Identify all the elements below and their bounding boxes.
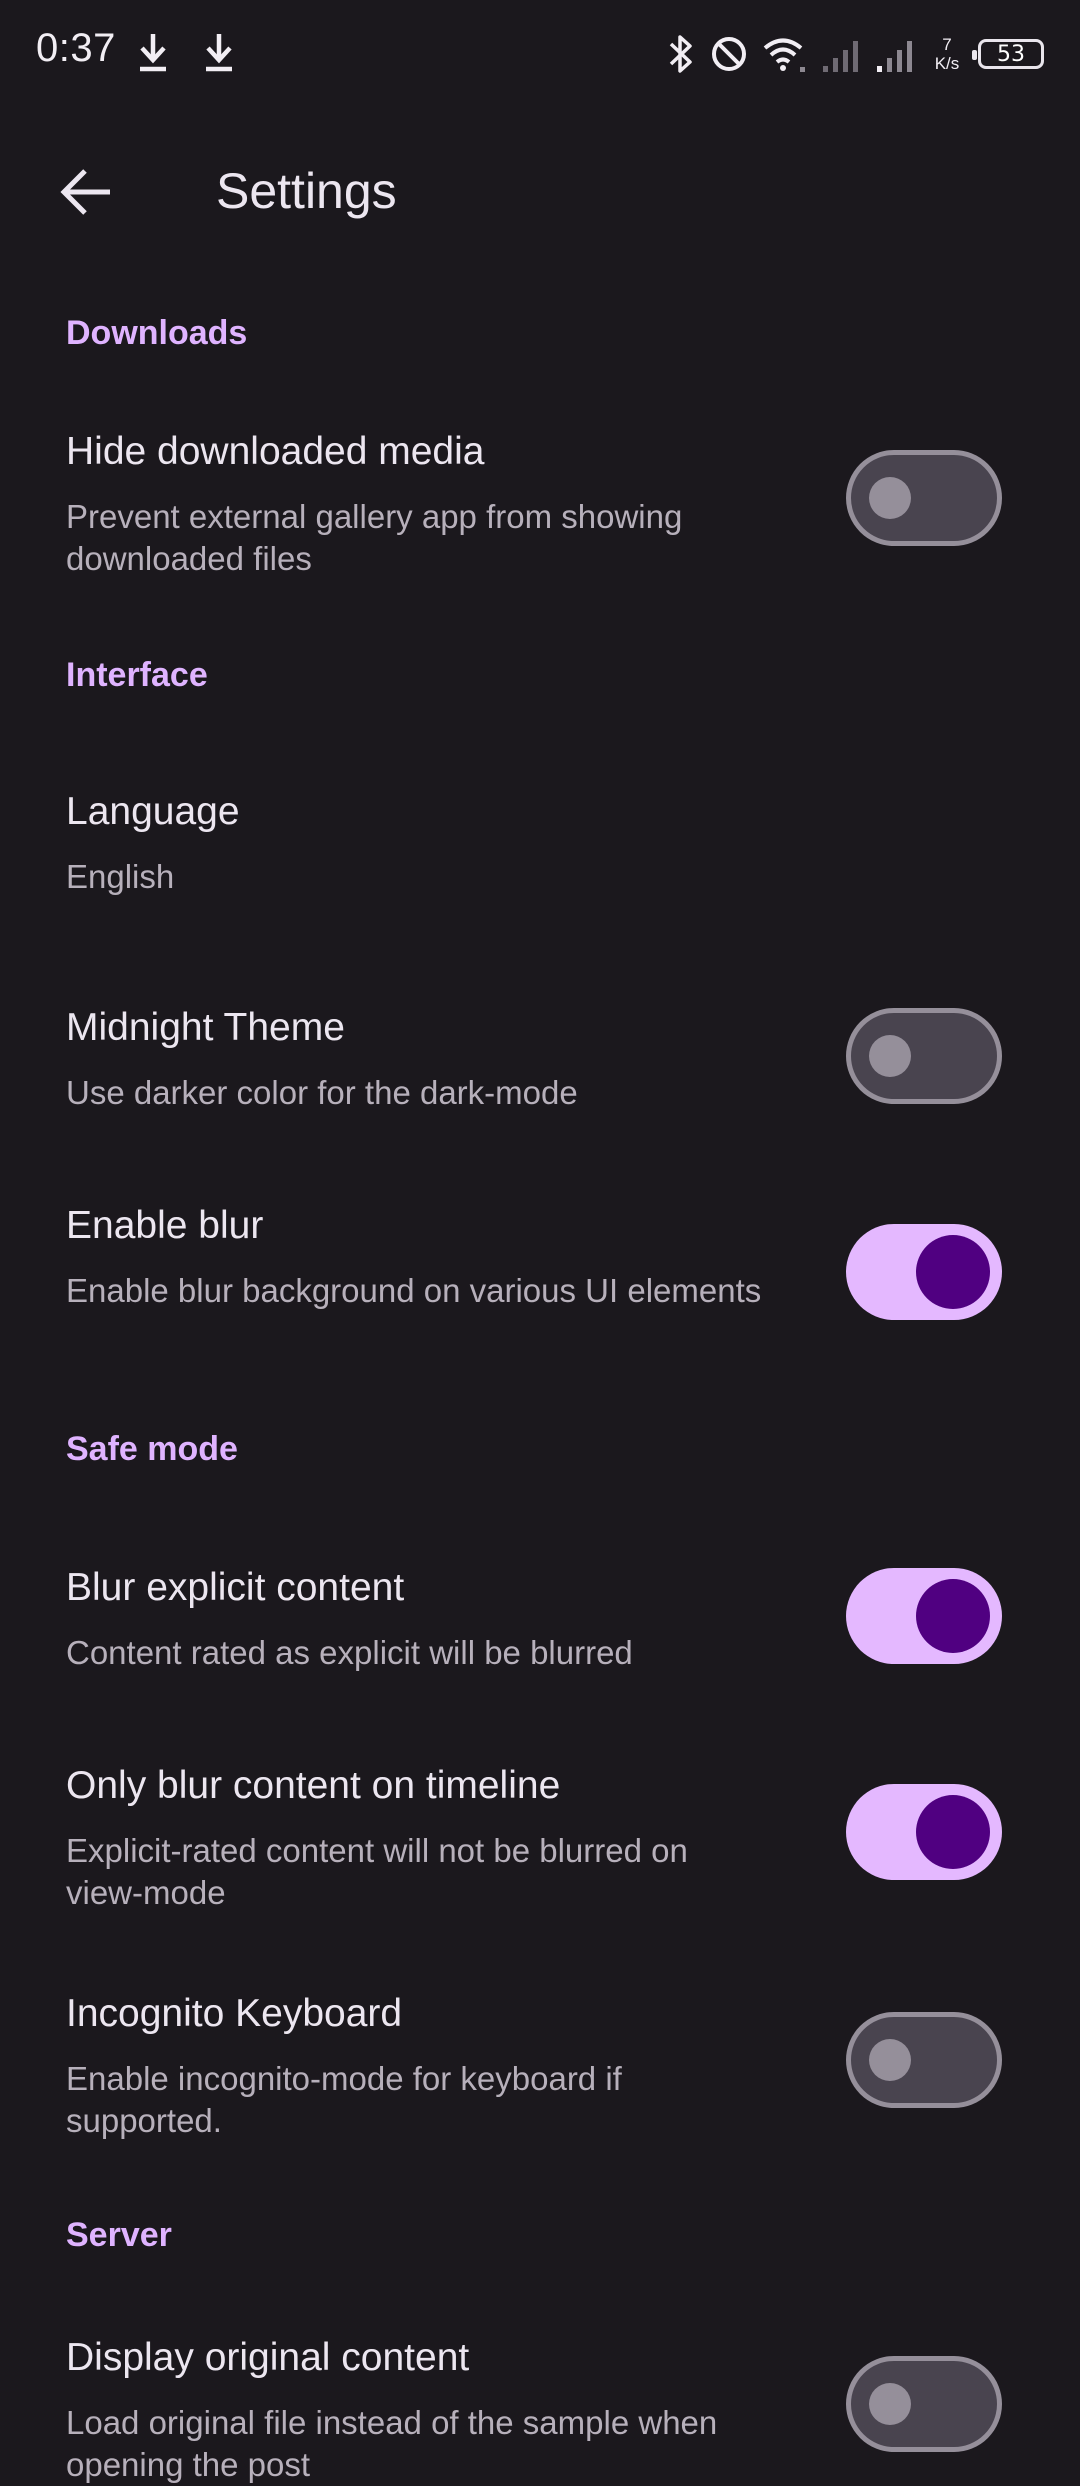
blur-explicit-content-toggle[interactable] [846,1568,1002,1664]
setting-title: Midnight Theme [66,1006,345,1049]
status-time: 0:37 [36,26,116,70]
section-header-interface: Interface [66,656,208,694]
setting-subtitle: Enable blur background on various UI ele… [66,1272,762,1309]
setting-subtitle: Prevent external gallery app from showin… [66,498,683,577]
download-icon [206,34,232,72]
display-original-content-toggle[interactable] [846,2356,1002,2452]
incognito-keyboard-toggle[interactable] [846,2012,1002,2108]
battery-level: 53 [997,41,1025,67]
setting-value: English [66,858,175,895]
setting-subtitle: Use darker color for the dark-mode [66,1074,578,1111]
arrow-back-icon [60,169,110,215]
wifi-icon [763,38,805,72]
network-speed-value: 7 [942,35,952,54]
enable-blur-toggle[interactable] [846,1224,1002,1320]
setting-subtitle: Load original file instead of the sample… [66,2404,718,2483]
setting-title: Only blur content on timeline [66,1764,561,1807]
only-blur-timeline-toggle[interactable] [846,1784,1002,1880]
signal-icon [877,41,912,72]
page-title: Settings [216,163,397,219]
status-icons: 7 K/s 53 [666,26,1044,82]
setting-title: Display original content [66,2336,470,2379]
setting-title: Enable blur [66,1204,264,1247]
section-header-safe-mode: Safe mode [66,1430,238,1468]
battery-icon: 53 [972,39,1044,69]
setting-subtitle: Enable incognito-mode for keyboard if su… [66,2060,622,2139]
setting-title: Incognito Keyboard [66,1992,403,2035]
setting-title: Blur explicit content [66,1566,405,1609]
bluetooth-icon [669,35,692,73]
hide-downloaded-media-toggle[interactable] [846,450,1002,546]
app-bar: Settings [0,104,1080,280]
back-button[interactable] [46,152,126,232]
setting-title: Hide downloaded media [66,430,485,473]
signal-icon [823,41,858,72]
network-speed: 7 K/s [930,35,964,73]
network-speed-unit: K/s [934,54,960,73]
section-header-downloads: Downloads [66,314,248,352]
setting-subtitle: Content rated as explicit will be blurre… [66,1634,633,1671]
status-bar: 0:37 7 K/s 53 [0,0,1080,104]
download-icon [140,34,166,72]
midnight-theme-toggle[interactable] [846,1008,1002,1104]
do-not-disturb-icon [712,37,746,71]
setting-subtitle: Explicit-rated content will not be blurr… [66,1832,688,1911]
setting-title: Language [66,790,240,833]
section-header-server: Server [66,2216,172,2254]
